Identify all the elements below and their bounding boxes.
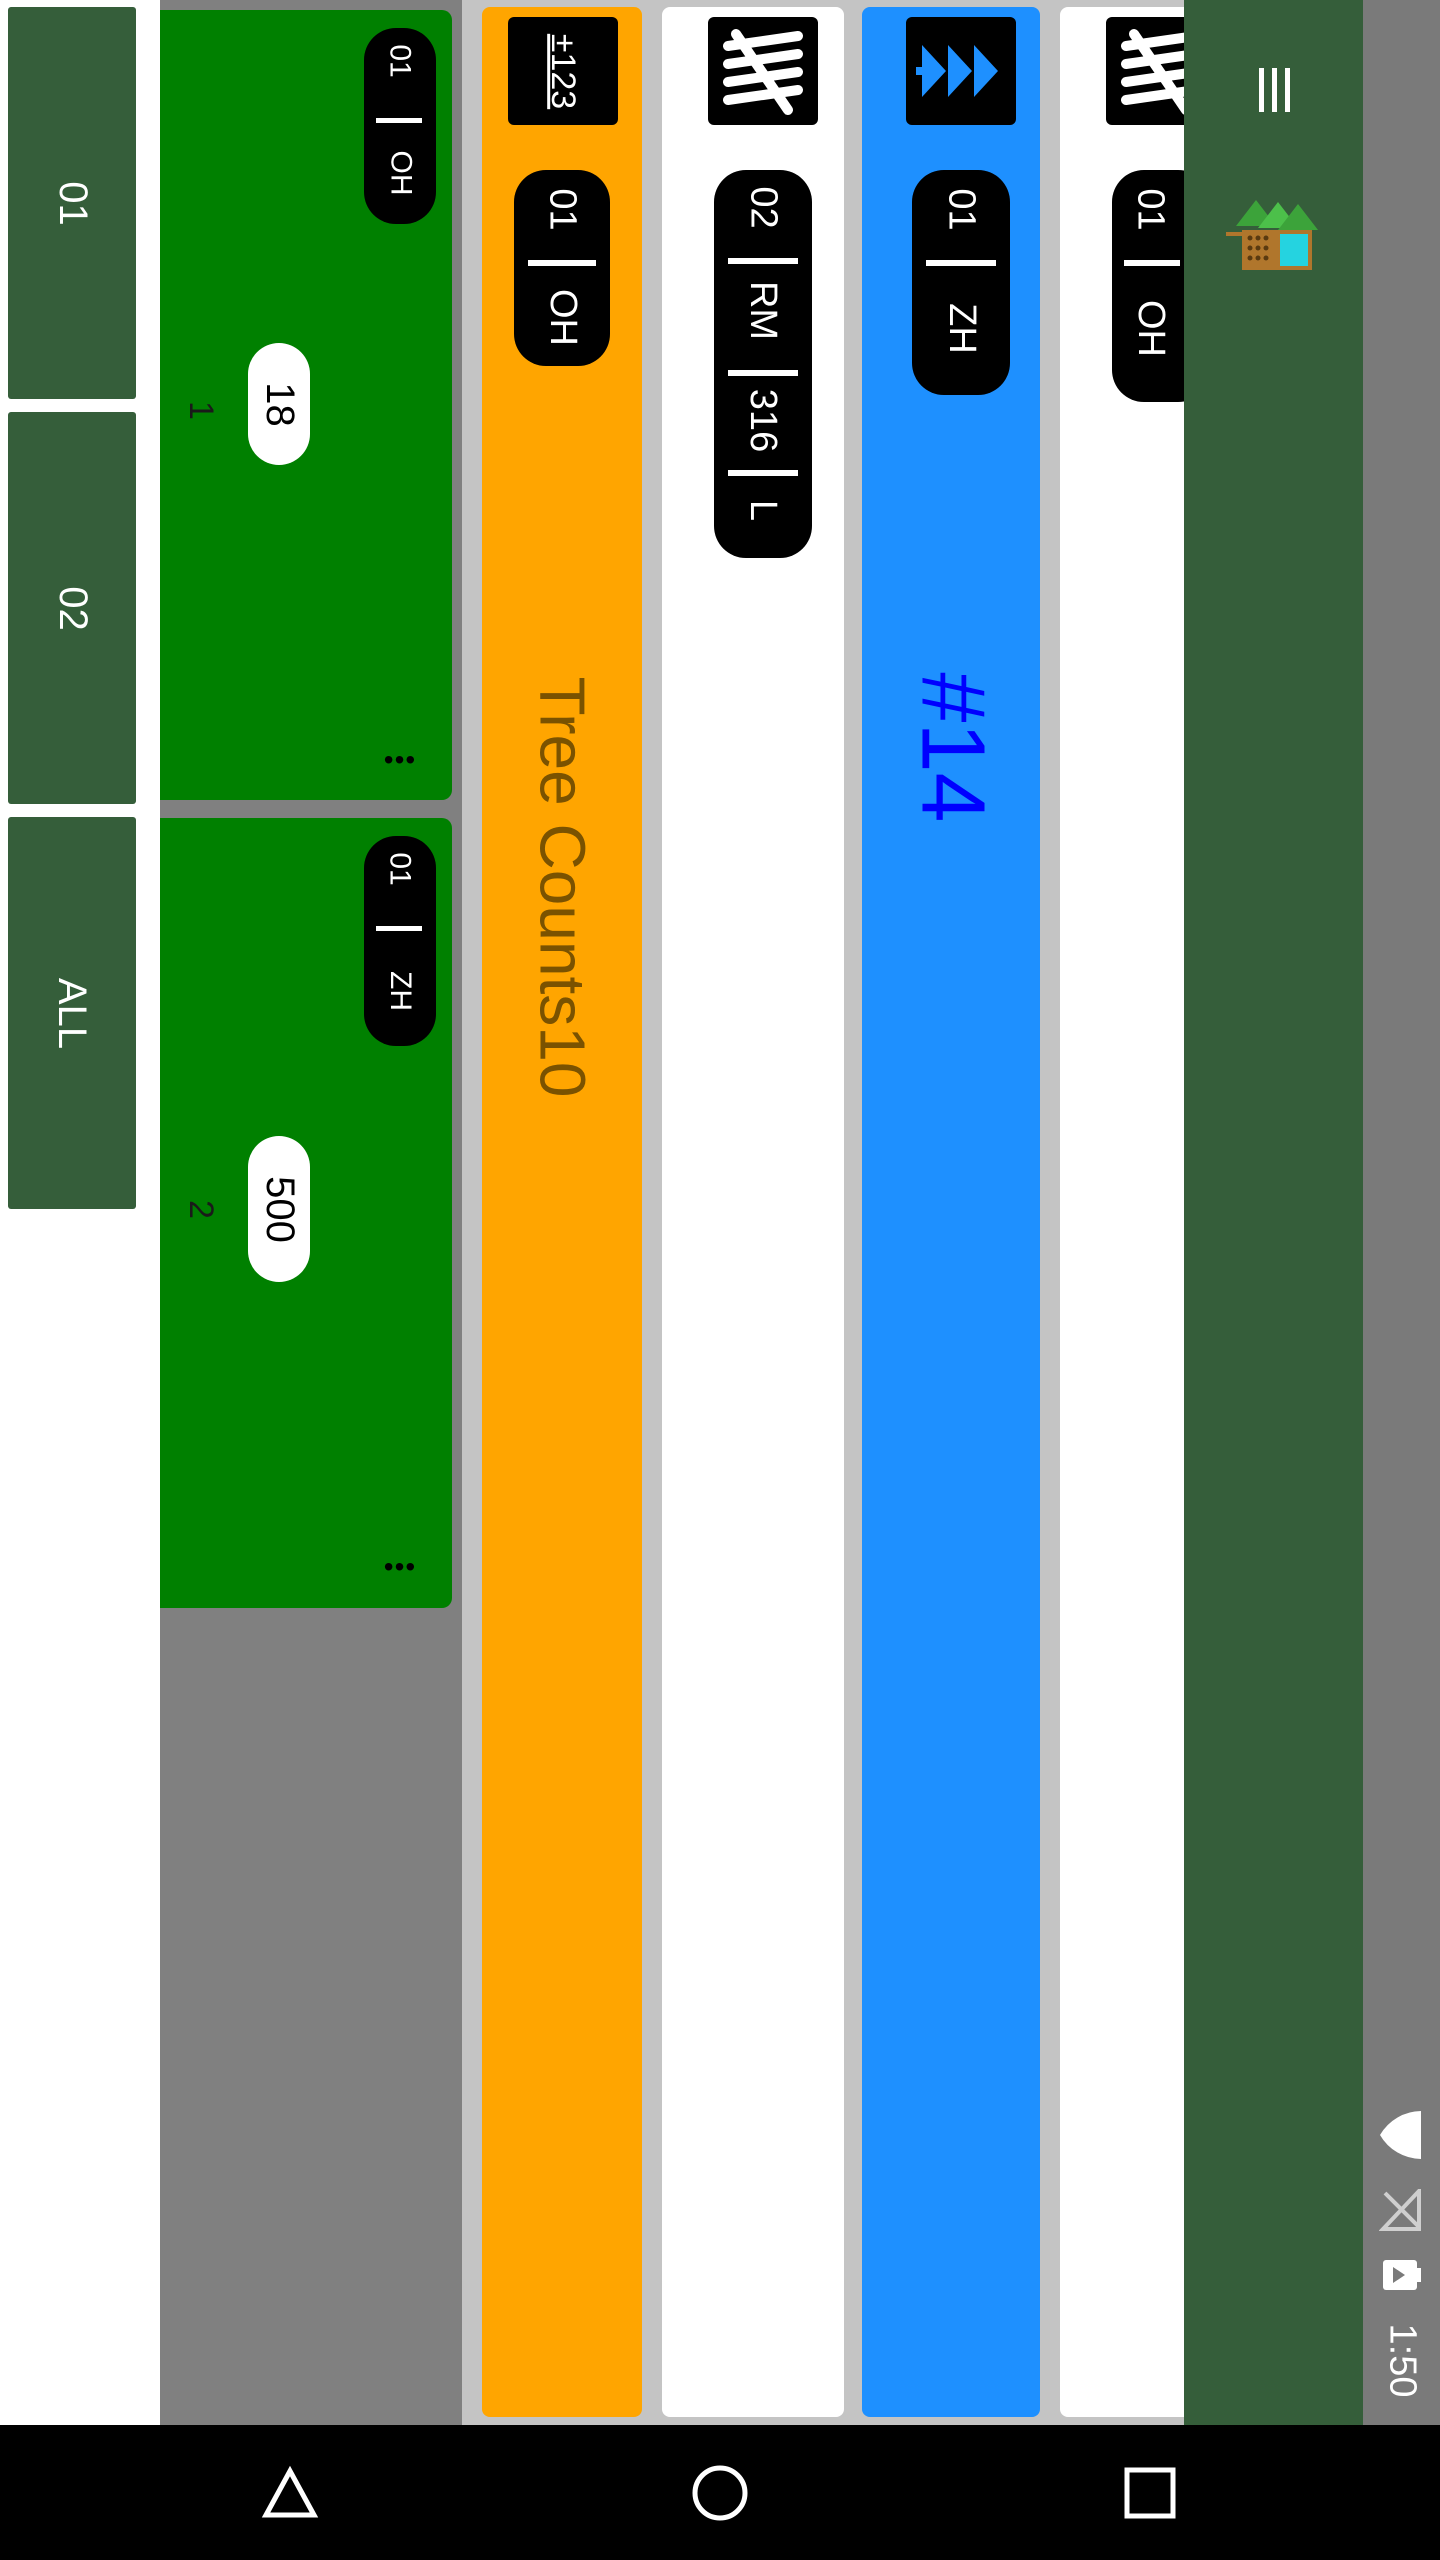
row-tally-2[interactable]: 01 OH [1060, 7, 1184, 2417]
home-icon[interactable] [670, 2453, 770, 2533]
row-tag: 01 OH [514, 170, 610, 366]
card-index: 2 [181, 1199, 220, 1219]
filter-label: 02 [50, 585, 95, 631]
row-selected[interactable]: 01 ZH #14 [862, 7, 1040, 2417]
back-icon[interactable] [240, 2453, 340, 2533]
tag-species: ZH [384, 971, 417, 1011]
plus-minus-badge[interactable]: ±123 [508, 17, 618, 125]
clock: 1:50 [1363, 2310, 1440, 2410]
count-value: 500 [248, 1136, 310, 1282]
count-value: 18 [248, 343, 310, 465]
tag-code: 01 [384, 44, 417, 78]
tag-code: 01 [541, 187, 584, 231]
row-tag: 01 ZH [912, 170, 1010, 395]
species-tag: 01 OH [364, 28, 436, 224]
tally-icon[interactable] [1106, 17, 1184, 125]
navigation-bar [0, 2425, 1440, 2560]
time-text: 1:50 [1381, 2323, 1423, 2397]
species-tag: 01 ZH [364, 836, 436, 1046]
count-card-2[interactable]: 01 ZH 500 2 ••• [160, 818, 452, 1608]
tag-code: 01 [384, 852, 417, 886]
signal-off-icon [1369, 2185, 1433, 2235]
row-tag: 02 RM 316 L [714, 170, 812, 558]
menu-icon[interactable] [1240, 50, 1310, 130]
row-tree-counts[interactable]: ±123 01 OH Tree Counts10 [482, 7, 642, 2417]
app-bar [1183, 0, 1363, 2425]
tree-icon[interactable] [906, 17, 1016, 125]
row-tally-1[interactable]: 02 RM 316 L [662, 7, 844, 2417]
status-bar: 1:50 [1363, 0, 1440, 2425]
wifi-icon [1369, 2100, 1433, 2170]
more-options-icon[interactable]: ••• [370, 735, 430, 785]
tally-icon[interactable] [708, 17, 818, 125]
recents-icon[interactable] [1100, 2453, 1200, 2533]
row-title: Tree Counts10 [526, 676, 598, 1098]
filter-label: 01 [50, 180, 95, 226]
count-card-1[interactable]: 01 OH 18 1 ••• [160, 10, 452, 800]
tag-species: OH [384, 150, 417, 196]
filter-button-01[interactable]: 01 [8, 7, 136, 399]
filter-button-all[interactable]: ALL [8, 817, 136, 1209]
tag-species: OH [541, 288, 584, 346]
app-logo-icon [1222, 196, 1322, 276]
filter-button-02[interactable]: 02 [8, 412, 136, 804]
battery-icon [1369, 2250, 1433, 2300]
card-index: 1 [181, 400, 220, 420]
filter-label: ALL [50, 977, 95, 1049]
row-number: #14 [902, 671, 1003, 823]
more-options-icon[interactable]: ••• [370, 1542, 430, 1592]
row-tag: 01 OH [1112, 170, 1184, 402]
